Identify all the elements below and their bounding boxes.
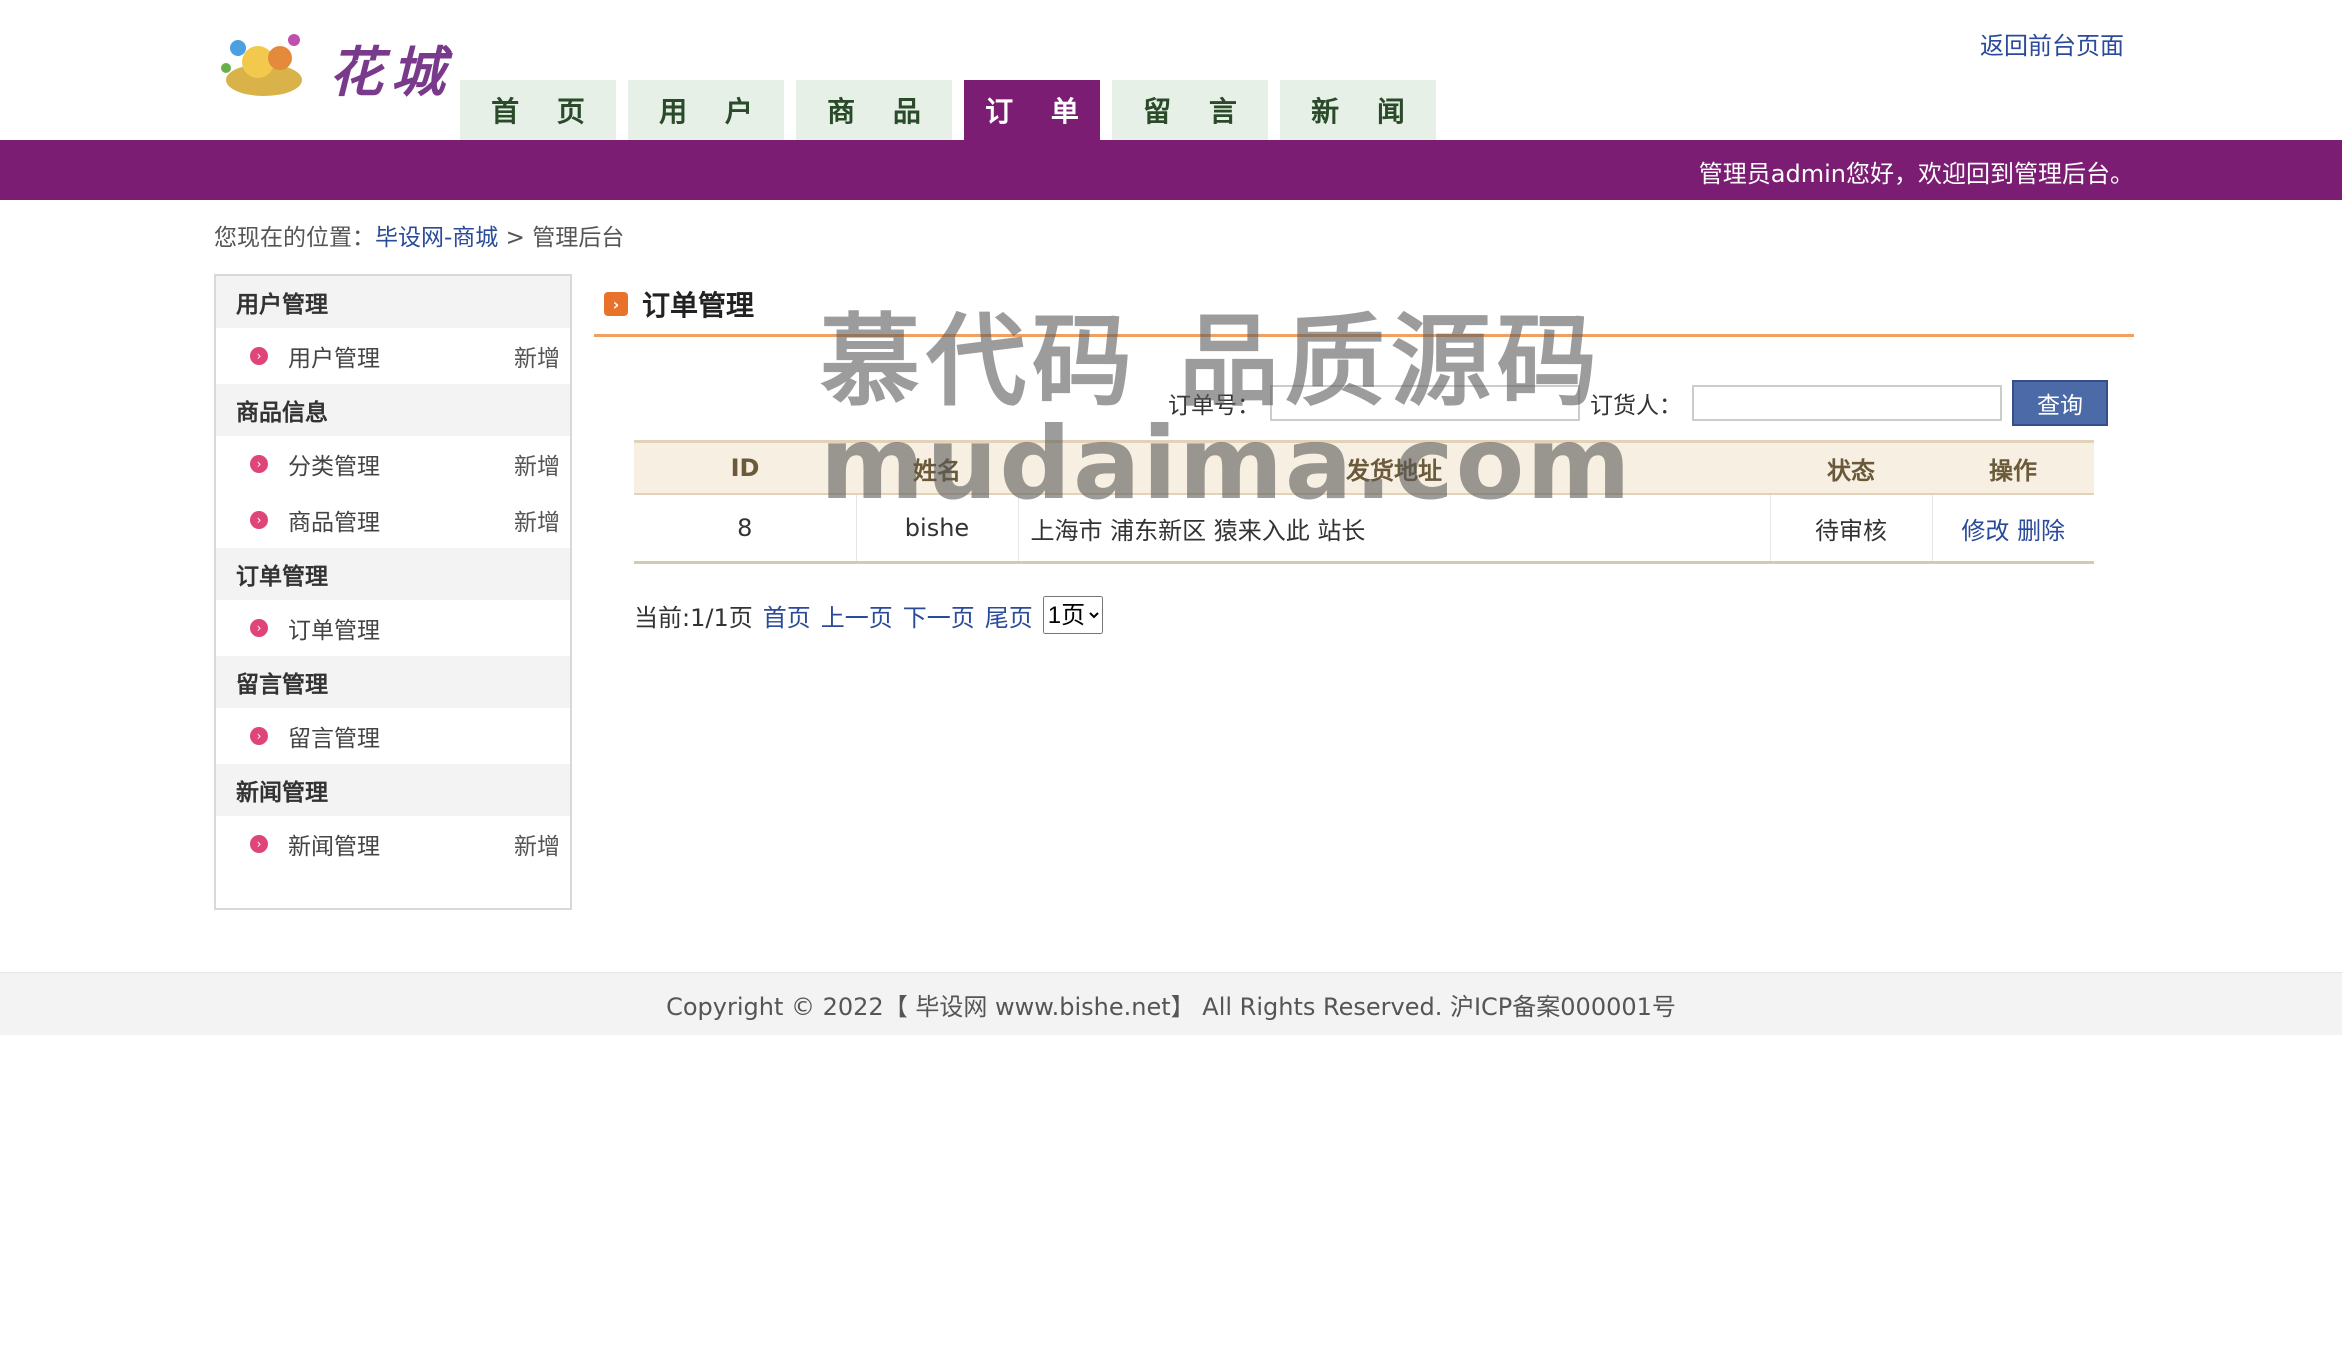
pager-first-link[interactable]: 首页 <box>763 598 811 633</box>
table-header-row: ID 姓名 发货地址 状态 操作 <box>634 440 2094 495</box>
arrow-bullet-icon: › <box>250 511 268 529</box>
cell-address: 上海市 浦东新区 猿来入此 站长 <box>1018 494 1771 564</box>
sidebar-add-link[interactable]: 新增 <box>514 503 560 537</box>
arrow-bullet-icon: › <box>250 619 268 637</box>
sidebar-add-link[interactable]: 新增 <box>514 339 560 373</box>
arrow-right-icon: › <box>604 292 628 316</box>
col-header-address: 发货地址 <box>1018 440 1770 495</box>
sidebar-add-link[interactable]: 新增 <box>514 447 560 481</box>
nav-home[interactable]: 首 页 <box>460 80 616 140</box>
header-band: 管理员admin您好，欢迎回到管理后台。 <box>0 140 2342 200</box>
breadcrumb-home-link[interactable]: 毕设网-商城 <box>375 225 498 251</box>
order-no-label: 订单号： <box>1168 393 1260 419</box>
col-header-name: 姓名 <box>856 440 1018 495</box>
nav-products[interactable]: 商 品 <box>796 80 952 140</box>
sidebar-group-title: 留言管理 <box>216 656 570 708</box>
back-to-frontend-link[interactable]: 返回前台页面 <box>1980 26 2124 61</box>
logo-text: 花城 <box>329 40 453 104</box>
pager-last-link[interactable]: 尾页 <box>985 598 1033 633</box>
sidebar-item-label[interactable]: 用户管理 <box>288 339 380 373</box>
customer-input[interactable] <box>1692 385 2002 421</box>
copyright-text: Copyright © 2022【 毕设网 www.bishe.net】 All… <box>666 992 1676 1021</box>
cell-status: 待审核 <box>1770 494 1933 564</box>
sidebar-item-message-management[interactable]: › 留言管理 <box>216 708 570 764</box>
page-title: › 订单管理 <box>604 284 754 324</box>
cell-name: bishe <box>856 494 1019 564</box>
cell-id: 8 <box>634 494 857 564</box>
arrow-bullet-icon: › <box>250 835 268 853</box>
search-bar: 订单号： 订货人： 查询 <box>1168 380 2108 426</box>
welcome-text: 管理员admin您好，欢迎回到管理后台。 <box>1698 160 2134 188</box>
pager-current: 当前:1/1页 <box>634 603 753 632</box>
main-nav: 首 页 用 户 商 品 订 单 留 言 新 闻 <box>460 80 1436 140</box>
sidebar-item-label[interactable]: 分类管理 <box>288 447 380 481</box>
arrow-bullet-icon: › <box>250 347 268 365</box>
breadcrumb-prefix: 您现在的位置： <box>214 225 375 251</box>
query-button[interactable]: 查询 <box>2012 380 2108 426</box>
sidebar-add-link[interactable]: 新增 <box>514 827 560 861</box>
nav-messages[interactable]: 留 言 <box>1112 80 1268 140</box>
sidebar-item-news-management[interactable]: › 新闻管理 新增 <box>216 816 570 872</box>
orders-table: ID 姓名 发货地址 状态 操作 8 bishe 上海市 浦东新区 猿来入此 站… <box>634 440 2094 564</box>
col-header-id: ID <box>634 440 856 495</box>
page-select[interactable]: 1页 <box>1042 596 1103 634</box>
sidebar-item-label[interactable]: 留言管理 <box>288 719 380 753</box>
nav-orders[interactable]: 订 单 <box>964 80 1100 140</box>
customer-label: 订货人： <box>1590 393 1682 419</box>
sidebar-item-order-management[interactable]: › 订单管理 <box>216 600 570 656</box>
pagination: 当前:1/1页 首页 上一页 下一页 尾页 1页 <box>634 596 1103 634</box>
cell-actions: 修改 删除 <box>1932 494 2094 564</box>
flower-logo-icon <box>221 34 302 96</box>
col-header-actions: 操作 <box>1932 440 2094 495</box>
sidebar-group-title: 订单管理 <box>216 548 570 600</box>
sidebar-group-title: 商品信息 <box>216 384 570 436</box>
sidebar-group-title: 用户管理 <box>216 276 570 328</box>
title-divider <box>594 334 2134 337</box>
breadcrumb: 您现在的位置：毕设网-商城 > 管理后台 <box>214 218 624 252</box>
nav-news[interactable]: 新 闻 <box>1280 80 1436 140</box>
sidebar: 用户管理 › 用户管理 新增 商品信息 › 分类管理 新增 › 商品管理 新增 … <box>214 274 572 910</box>
col-header-status: 状态 <box>1770 440 1932 495</box>
sidebar-item-category-management[interactable]: › 分类管理 新增 <box>216 436 570 492</box>
pager-prev-link[interactable]: 上一页 <box>821 598 893 633</box>
sidebar-item-product-management[interactable]: › 商品管理 新增 <box>216 492 570 548</box>
breadcrumb-current: 管理后台 <box>532 225 625 251</box>
sidebar-item-label[interactable]: 订单管理 <box>288 611 380 645</box>
sidebar-item-label[interactable]: 新闻管理 <box>288 827 380 861</box>
page-title-text: 订单管理 <box>642 289 755 322</box>
sidebar-item-label[interactable]: 商品管理 <box>288 503 380 537</box>
site-logo[interactable]: 花城 <box>214 18 454 104</box>
delete-link[interactable]: 删除 <box>2017 517 2065 545</box>
sidebar-item-user-management[interactable]: › 用户管理 新增 <box>216 328 570 384</box>
arrow-bullet-icon: › <box>250 455 268 473</box>
footer: Copyright © 2022【 毕设网 www.bishe.net】 All… <box>0 972 2342 1035</box>
breadcrumb-separator: > <box>505 225 525 251</box>
nav-users[interactable]: 用 户 <box>628 80 784 140</box>
sidebar-group-title: 新闻管理 <box>216 764 570 816</box>
table-row: 8 bishe 上海市 浦东新区 猿来入此 站长 待审核 修改 删除 <box>634 494 2094 564</box>
pager-next-link[interactable]: 下一页 <box>903 598 975 633</box>
edit-link[interactable]: 修改 <box>1961 517 2009 545</box>
order-no-input[interactable] <box>1270 385 1580 421</box>
arrow-bullet-icon: › <box>250 727 268 745</box>
